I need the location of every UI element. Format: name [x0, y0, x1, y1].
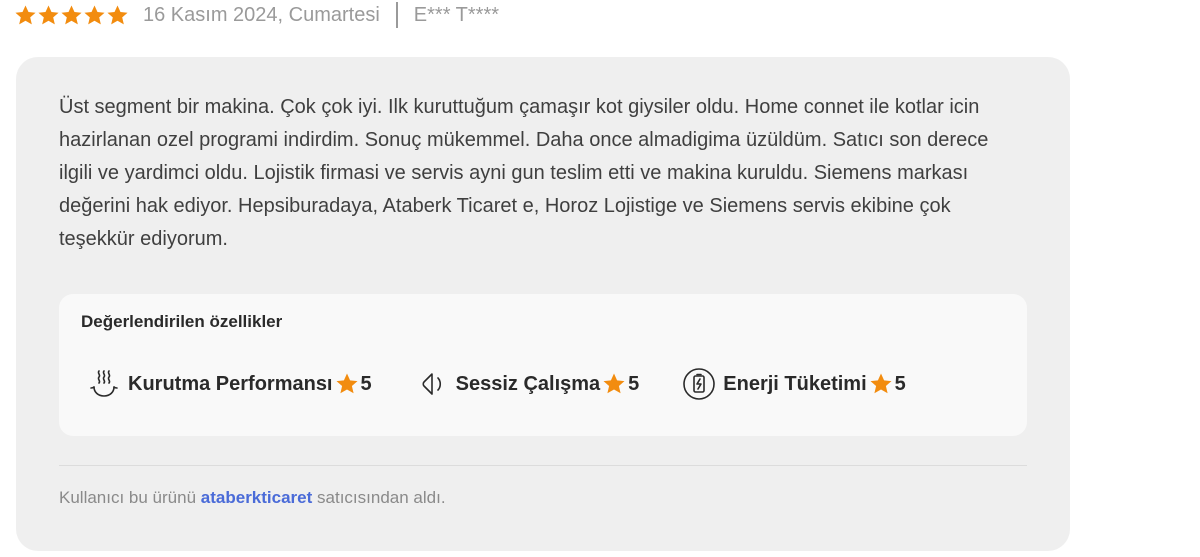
feature-enerji: Enerji Tüketimi 5 — [681, 366, 906, 402]
star-icon — [38, 4, 59, 24]
steam-icon — [90, 370, 118, 397]
review-date: 16 Kasım 2024, Cumartesi — [143, 3, 380, 26]
speaker-quiet-icon — [422, 373, 441, 395]
star-icon — [84, 4, 105, 24]
star-icon — [61, 4, 82, 24]
feature-label: Enerji Tüketimi — [723, 372, 867, 395]
feature-score: 5 — [360, 372, 372, 395]
star-icon — [336, 373, 357, 394]
star-icon — [870, 373, 892, 394]
review-header: 16 Kasım 2024, Cumartesi E*** T**** — [14, 0, 499, 30]
seller-prefix: Kullanıcı bu ürünü — [59, 488, 197, 507]
energy-icon — [683, 368, 716, 400]
feature-list: Kurutma Performansı 5 Sessiz Çalışma 5 E… — [86, 366, 948, 402]
rated-features-panel: Değerlendirilen özellikler Kurutma Perfo… — [59, 294, 1027, 436]
feature-score: 5 — [894, 372, 906, 395]
seller-suffix: satıcısından aldı. — [317, 488, 446, 507]
feature-sessiz: Sessiz Çalışma 5 — [414, 366, 640, 402]
feature-label: Kurutma Performansı — [128, 372, 333, 395]
feature-label: Sessiz Çalışma — [455, 372, 601, 395]
seller-info: Kullanıcı bu ürünü ataberkticaret satıcı… — [59, 488, 446, 508]
feature-kurutma: Kurutma Performansı 5 — [86, 366, 372, 402]
star-icon — [603, 373, 625, 394]
rating-stars — [14, 4, 129, 27]
star-icon — [107, 4, 128, 24]
features-title: Değerlendirilen özellikler — [81, 312, 283, 331]
star-icon — [15, 4, 36, 24]
seller-link[interactable]: ataberkticaret — [201, 488, 313, 507]
divider — [59, 465, 1027, 466]
review-text: Üst segment bir makina. Çok çok iyi. Ilk… — [59, 96, 989, 250]
review-author: E*** T**** — [413, 3, 500, 26]
feature-score: 5 — [628, 372, 640, 395]
review-card: Üst segment bir makina. Çok çok iyi. Ilk… — [16, 57, 1070, 551]
header-separator — [395, 2, 398, 28]
